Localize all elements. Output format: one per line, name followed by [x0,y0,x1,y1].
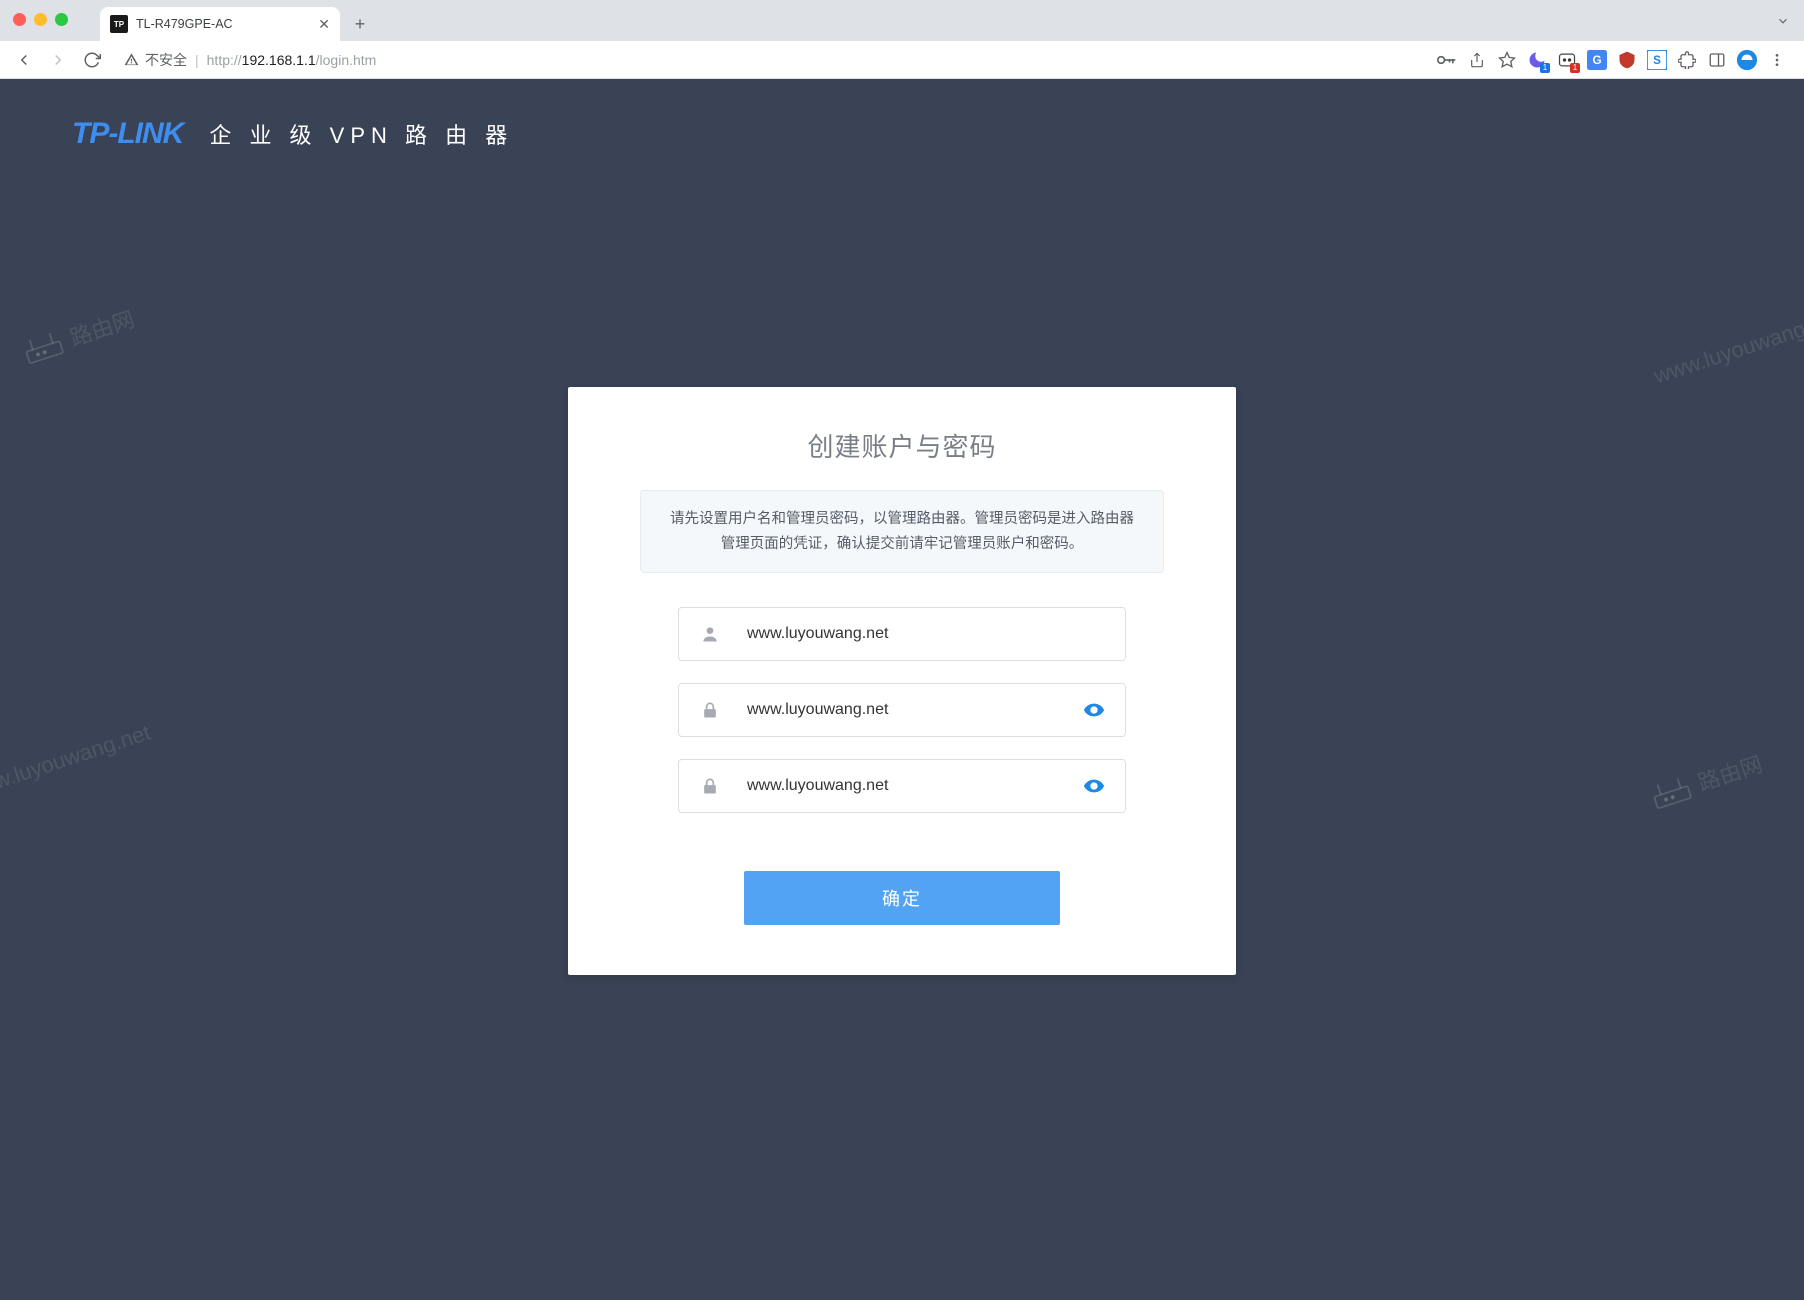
router-icon [16,320,69,373]
confirm-password-input[interactable] [723,777,1081,795]
lock-icon [697,700,723,720]
toolbar-actions: 1 1 G S [1436,49,1794,71]
back-button[interactable] [10,46,38,74]
tab-close-icon[interactable]: ✕ [318,16,330,33]
watermark: www.luyouwang.net [0,720,154,805]
svg-text:S: S [1653,54,1661,67]
tabs-dropdown-icon[interactable] [1776,14,1790,28]
extension-panda-icon[interactable]: 1 [1556,49,1578,71]
profile-icon[interactable] [1736,49,1758,71]
card-title: 创建账户与密码 [640,427,1164,464]
window-maximize-icon[interactable] [55,13,68,26]
star-icon[interactable] [1496,49,1518,71]
info-box: 请先设置用户名和管理员密码，以管理路由器。管理员密码是进入路由器管理页面的凭证，… [640,490,1164,573]
router-icon [1644,765,1697,818]
window-close-icon[interactable] [13,13,26,26]
key-icon[interactable] [1436,49,1458,71]
insecure-badge: 不安全 [124,50,187,70]
show-password-icon[interactable] [1081,775,1107,797]
svg-text:G: G [1592,54,1601,67]
show-password-icon[interactable] [1081,699,1107,721]
reload-button[interactable] [78,46,106,74]
watermark: www.luyouwang.net [1650,305,1804,390]
watermark: 路由网 [16,297,139,373]
extension-moon-icon[interactable]: 1 [1526,49,1548,71]
submit-button[interactable]: 确定 [744,871,1060,925]
lock-icon [697,776,723,796]
username-input[interactable] [723,625,1107,643]
warning-icon [124,52,139,67]
brand-subtitle: 企 业 级 VPN 路 由 器 [209,118,513,150]
password-field[interactable] [678,683,1126,737]
brand-logo: TP-LINK [72,117,183,151]
field-group [640,607,1164,813]
watermark: 路由网 [1644,742,1767,818]
extension-shield-icon[interactable] [1616,49,1638,71]
tab-favicon-icon: TP [110,15,128,33]
confirm-password-field[interactable] [678,759,1126,813]
username-field[interactable] [678,607,1126,661]
user-icon [697,624,723,644]
browser-tab[interactable]: TP TL-R479GPE-AC ✕ [100,7,340,41]
extension-s-icon[interactable]: S [1646,49,1668,71]
menu-icon[interactable] [1766,49,1788,71]
tab-title: TL-R479GPE-AC [136,17,310,31]
new-tab-button[interactable]: + [346,10,374,38]
browser-tab-strip: TP TL-R479GPE-AC ✕ + [0,0,1804,41]
window-controls [13,13,68,26]
login-card: 创建账户与密码 请先设置用户名和管理员密码，以管理路由器。管理员密码是进入路由器… [568,387,1236,975]
window-minimize-icon[interactable] [34,13,47,26]
address-bar[interactable]: 不安全 | http://192.168.1.1/login.htm [112,45,1430,75]
insecure-label: 不安全 [145,50,187,70]
url-text: http://192.168.1.1/login.htm [207,52,377,68]
page-content: TP-LINK 企 业 级 VPN 路 由 器 路由网 www.luyouwan… [0,79,1804,1300]
password-input[interactable] [723,701,1081,719]
browser-toolbar: 不安全 | http://192.168.1.1/login.htm 1 1 G… [0,41,1804,79]
extension-translate-icon[interactable]: G [1586,49,1608,71]
share-icon[interactable] [1466,49,1488,71]
page-header: TP-LINK 企 业 级 VPN 路 由 器 [0,79,1804,151]
sidepanel-icon[interactable] [1706,49,1728,71]
forward-button[interactable] [44,46,72,74]
extensions-icon[interactable] [1676,49,1698,71]
address-divider: | [195,52,199,68]
